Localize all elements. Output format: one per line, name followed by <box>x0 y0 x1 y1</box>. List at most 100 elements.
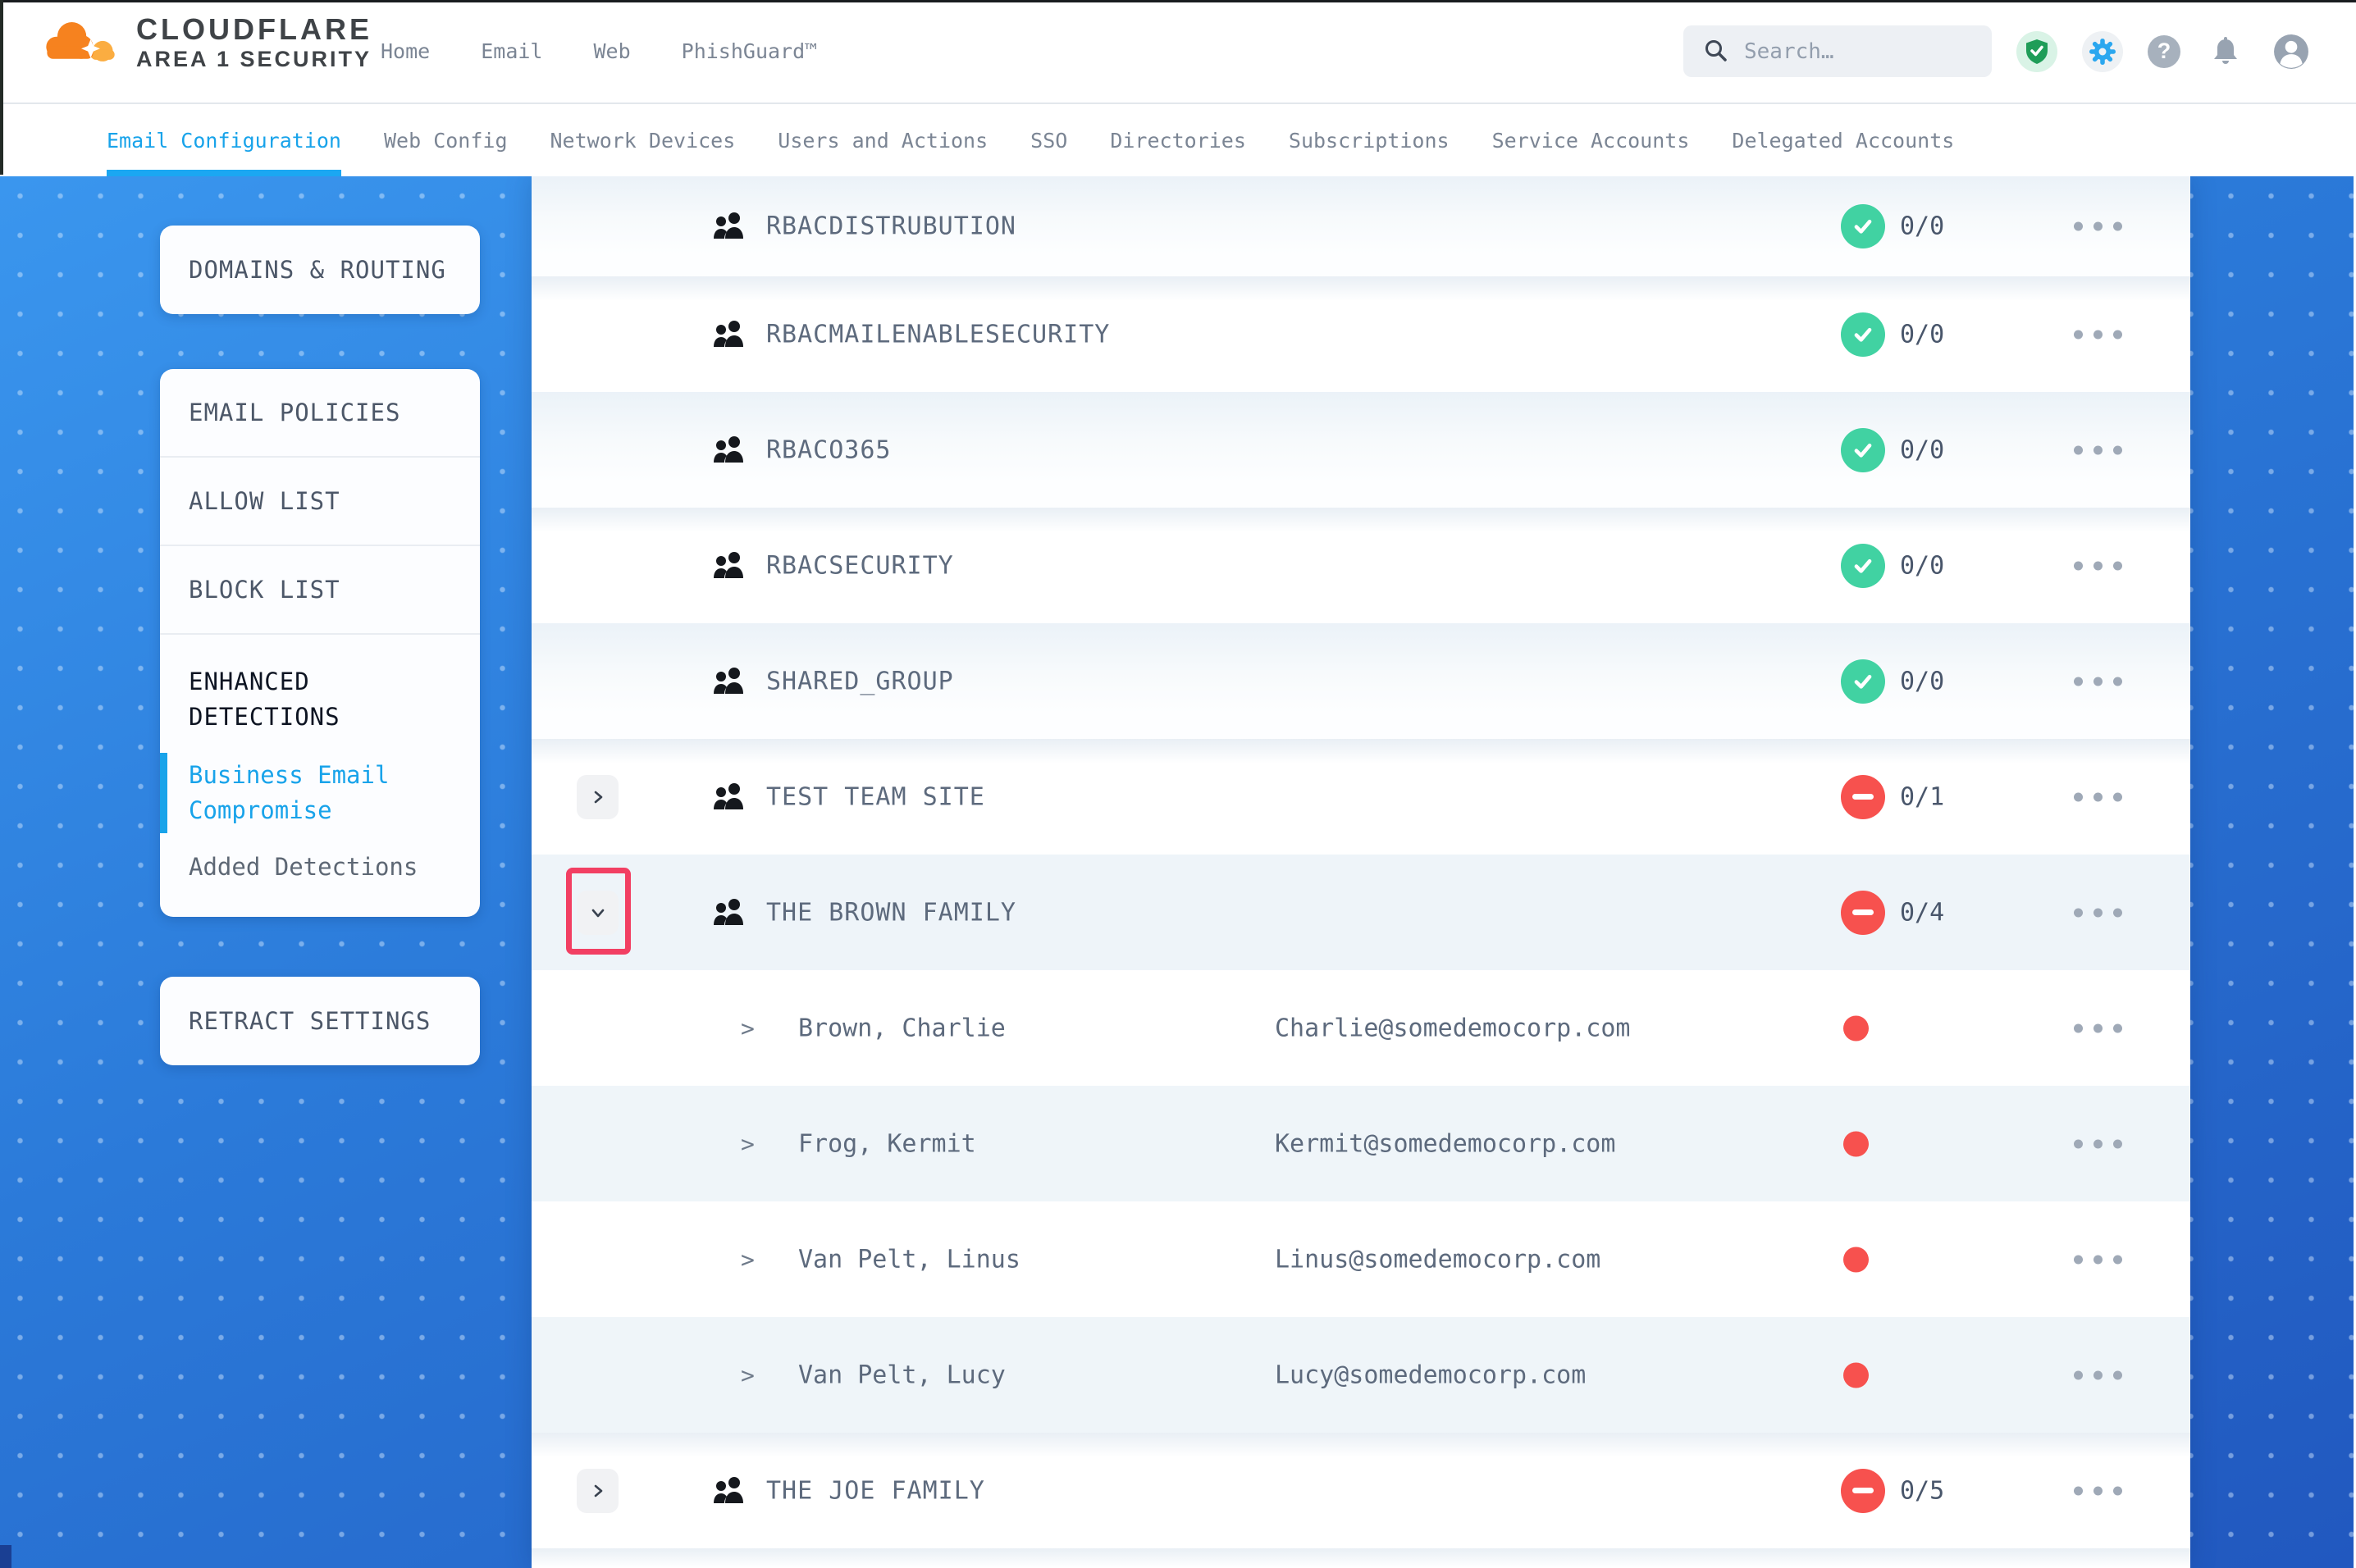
check-icon <box>1851 214 1875 239</box>
group-row[interactable]: RBACMAILENABLESECURITY 0/0 <box>532 276 2190 392</box>
search-input[interactable]: Search… <box>1683 25 1992 77</box>
expand-group-button[interactable] <box>577 1469 619 1513</box>
member-chevron-icon[interactable]: > <box>741 1361 755 1388</box>
member-chevron-icon[interactable]: > <box>741 1130 755 1157</box>
group-icon <box>710 435 747 465</box>
menu-dot <box>2113 792 2122 801</box>
tab-delegated-accounts[interactable]: Delegated Accounts <box>1732 104 1954 176</box>
status-ok-badge <box>1841 204 1885 248</box>
gear-icon[interactable] <box>2082 31 2123 72</box>
screenshot-edge-artifact <box>0 0 2356 2</box>
sidebar-item-domains-routing[interactable]: DOMAINS & ROUTING <box>160 226 480 314</box>
group-row[interactable]: RBACDISTRUBUTION0/0 <box>532 176 2190 276</box>
menu-dot <box>2074 561 2083 570</box>
member-email: Kermit@somedemocorp.com <box>1275 1129 1615 1158</box>
row-actions-menu[interactable] <box>2074 445 2122 454</box>
menu-dot <box>2093 561 2103 570</box>
topnav-item-web[interactable]: Web <box>593 39 630 63</box>
member-name: Van Pelt, Linus <box>798 1245 1020 1274</box>
menu-dot <box>2113 677 2122 686</box>
cloudflare-logo: CLOUDFLARE AREA 1 SECURITY <box>39 13 372 72</box>
group-row[interactable]: THE BROWN FAMILY0/4 <box>532 855 2190 970</box>
tab-web-config[interactable]: Web Config <box>384 104 508 176</box>
menu-dot <box>2093 1255 2103 1264</box>
shield-check-icon[interactable] <box>2016 31 2057 72</box>
member-row[interactable]: >Frog, KermitKermit@somedemocorp.com <box>532 1086 2190 1201</box>
tab-directories[interactable]: Directories <box>1110 104 1246 176</box>
menu-dot <box>2074 1139 2083 1148</box>
group-icon <box>710 212 747 241</box>
tab-email-configuration[interactable]: Email Configuration <box>107 104 341 176</box>
sidebar-item-block-list[interactable]: BLOCK LIST <box>160 546 480 635</box>
group-icon <box>710 898 747 928</box>
group-name: SHARED_GROUP <box>766 667 954 695</box>
sidebar-item-added-detections[interactable]: Added Detections <box>160 853 480 910</box>
member-chevron-icon[interactable]: > <box>741 1246 755 1273</box>
group-row[interactable]: TEST TEAM SITE0/1 <box>532 739 2190 855</box>
group-row[interactable]: RBACSECURITY0/0 <box>532 508 2190 623</box>
avatar-icon[interactable] <box>2271 31 2312 72</box>
menu-dot <box>2074 792 2083 801</box>
member-row[interactable]: >Brown, CharlieCharlie@somedemocorp.com <box>532 970 2190 1086</box>
row-actions-menu[interactable] <box>2074 1023 2122 1032</box>
member-chevron-icon[interactable]: > <box>741 1014 755 1042</box>
group-icon <box>710 782 747 812</box>
bell-icon[interactable] <box>2205 31 2246 72</box>
member-count: 0/0 <box>1900 667 1944 695</box>
sidebar-item-enhanced-detections[interactable]: ENHANCED DETECTIONS <box>160 635 480 735</box>
header-action-icons: ? <box>2016 0 2312 103</box>
cloudflare-cloud-icon <box>39 15 121 71</box>
menu-dot <box>2113 1486 2122 1495</box>
row-actions-menu[interactable] <box>2074 792 2122 801</box>
expand-group-button[interactable] <box>577 775 619 819</box>
group-row[interactable]: SHARED_GROUP 0/0 <box>532 623 2190 739</box>
sidebar-item-retract-settings[interactable]: RETRACT SETTINGS <box>160 977 480 1065</box>
tab-users-and-actions[interactable]: Users and Actions <box>778 104 988 176</box>
row-actions-menu[interactable] <box>2074 908 2122 917</box>
topnav-item-home[interactable]: Home <box>381 39 430 63</box>
topnav-item-email[interactable]: Email <box>481 39 542 63</box>
row-actions-menu[interactable] <box>2074 1370 2122 1379</box>
tab-sso[interactable]: SSO <box>1030 104 1067 176</box>
tab-network-devices[interactable]: Network Devices <box>550 104 736 176</box>
chevron-right-icon <box>590 789 606 805</box>
menu-dot <box>2113 1023 2122 1032</box>
topnav-item-phishguard[interactable]: PhishGuard™ <box>682 39 818 63</box>
tab-service-accounts[interactable]: Service Accounts <box>1492 104 1690 176</box>
content-background: DOMAINS & ROUTING EMAIL POLICIESALLOW LIS… <box>0 176 2356 1568</box>
tab-subscriptions[interactable]: Subscriptions <box>1289 104 1450 176</box>
row-actions-menu[interactable] <box>2074 330 2122 339</box>
menu-dot <box>2093 330 2103 339</box>
sidebar-item-business-email-compromise[interactable]: Business Email Compromise <box>160 758 480 828</box>
group-row[interactable]: RBACO3650/0 <box>532 392 2190 508</box>
row-actions-menu[interactable] <box>2074 1255 2122 1264</box>
check-icon <box>1851 554 1875 578</box>
menu-dot <box>2093 222 2103 231</box>
help-icon[interactable]: ? <box>2148 35 2180 68</box>
member-count: 0/0 <box>1900 320 1944 349</box>
menu-dot <box>2074 677 2083 686</box>
member-count: 0/1 <box>1900 782 1944 811</box>
row-actions-menu[interactable] <box>2074 1139 2122 1148</box>
group-row[interactable]: THE JOE FAMILY0/5 <box>532 1433 2190 1548</box>
menu-dot <box>2113 1370 2122 1379</box>
menu-dot <box>2113 908 2122 917</box>
status-dot <box>1843 1131 1869 1156</box>
row-actions-menu[interactable] <box>2074 222 2122 231</box>
avatar-icon-glyph <box>2273 34 2309 70</box>
group-name: RBACMAILENABLESECURITY <box>766 320 1110 349</box>
row-actions-menu[interactable] <box>2074 561 2122 570</box>
sidebar-card: EMAIL POLICIESALLOW LISTBLOCK LISTENHANC… <box>160 369 480 917</box>
screenshot-edge-artifact <box>0 0 3 175</box>
row-actions-menu[interactable] <box>2074 1486 2122 1495</box>
bell-icon-glyph <box>2212 37 2240 66</box>
menu-dot <box>2074 445 2083 454</box>
menu-dot <box>2093 1370 2103 1379</box>
section-tabs: Email Configuration Web Config Network Dev… <box>0 104 2356 176</box>
row-actions-menu[interactable] <box>2074 677 2122 686</box>
sidebar-item-allow-list[interactable]: ALLOW LIST <box>160 458 480 546</box>
sidebar-item-email-policies[interactable]: EMAIL POLICIES <box>160 369 480 458</box>
member-row[interactable]: >Van Pelt, LinusLinus@somedemocorp.com <box>532 1201 2190 1317</box>
member-row[interactable]: >Van Pelt, LucyLucy@somedemocorp.com <box>532 1317 2190 1433</box>
check-icon <box>1851 438 1875 463</box>
